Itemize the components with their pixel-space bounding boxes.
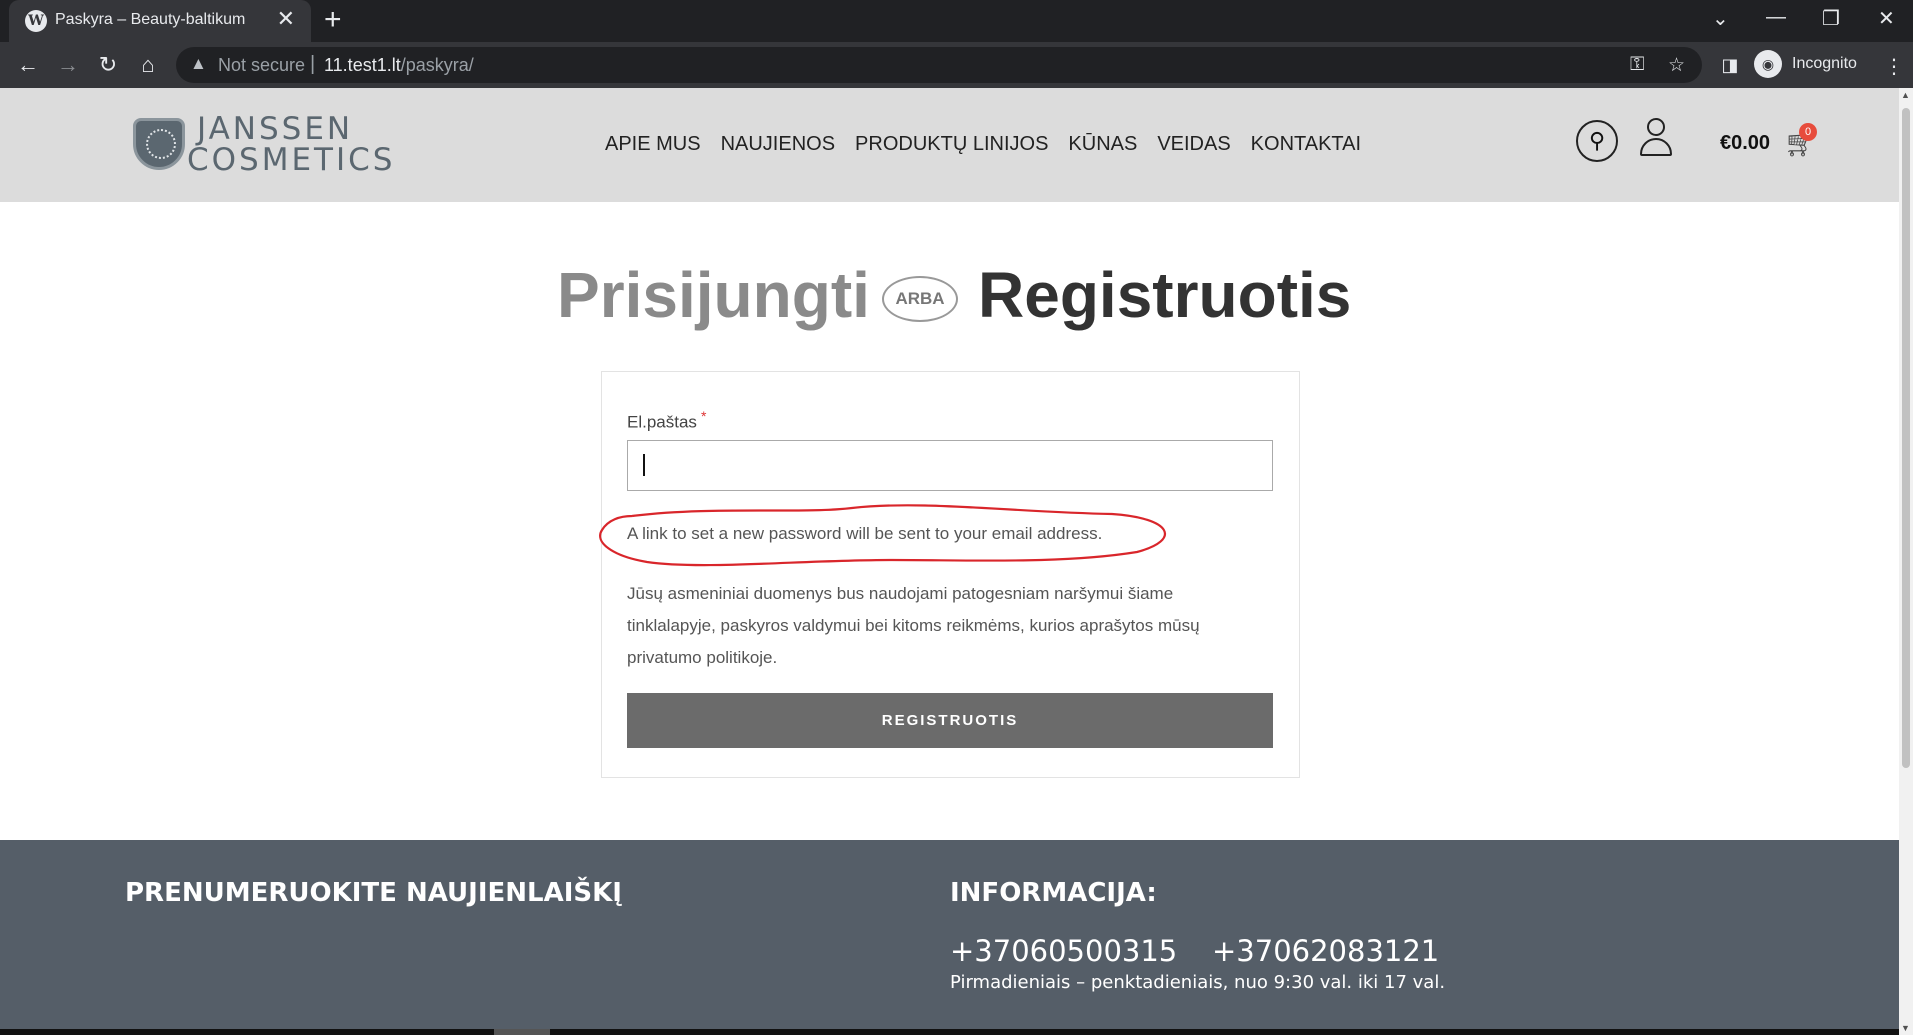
logo-line2: COSMETICS <box>187 142 396 178</box>
browser-tab[interactable]: W Paskyra – Beauty-baltikum ✕ <box>9 0 311 42</box>
register-form: El.paštas * A link to set a new password … <box>599 371 1300 778</box>
url-path: /paskyra/ <box>400 55 474 75</box>
incognito-icon: ◉ <box>1754 50 1782 78</box>
browser-tabstrip: W Paskyra – Beauty-baltikum ✕ + ⌄ — ❐ ✕ <box>0 0 1913 42</box>
tab-title: Paskyra – Beauty-baltikum <box>55 11 246 28</box>
register-heading[interactable]: Registruotis <box>978 258 1351 332</box>
site-footer: PRENUMERUOKITE NAUJIENLAIŠKĮ INFORMACIJA… <box>0 840 1899 1035</box>
scroll-thumb[interactable] <box>1902 108 1910 768</box>
url-host: 11.test1.lt <box>324 55 401 75</box>
nav-item-kontaktai[interactable]: KONTAKTAI <box>1251 133 1361 156</box>
email-label: El.paštas * <box>627 408 706 433</box>
nav-item-veidas[interactable]: VEIDAS <box>1157 133 1230 156</box>
minimize-icon[interactable]: — <box>1766 6 1786 29</box>
window-close-icon[interactable]: ✕ <box>1878 6 1895 31</box>
email-label-text: El.paštas <box>627 412 697 432</box>
scroll-up-icon[interactable]: ▲ <box>1901 90 1910 100</box>
tab-close-icon[interactable]: ✕ <box>277 6 295 32</box>
new-tab-icon[interactable]: + <box>324 3 342 37</box>
nav-item-kunas[interactable]: KŪNAS <box>1068 133 1137 156</box>
auth-heading-row: Prisijungti ARBA Registruotis <box>0 258 1899 331</box>
forward-icon[interactable]: → <box>52 49 84 81</box>
page-scrollbar[interactable]: ▲ ▼ <box>1899 88 1913 1035</box>
user-account-icon[interactable] <box>1638 118 1674 158</box>
login-heading[interactable]: Prisijungti <box>557 258 870 332</box>
scroll-down-icon[interactable]: ▼ <box>1901 1023 1910 1033</box>
browser-toolbar: ← → ↻ ⌂ ▲ Not secure | 11.test1.lt/pasky… <box>0 42 1913 88</box>
home-icon[interactable]: ⌂ <box>132 49 164 81</box>
email-field[interactable] <box>627 440 1273 491</box>
security-label[interactable]: Not secure <box>218 55 305 76</box>
incognito-label: Incognito <box>1792 55 1857 72</box>
search-icon[interactable]: ⚲ <box>1576 120 1618 162</box>
or-badge: ARBA <box>882 276 958 322</box>
tab-search-chevron-icon[interactable]: ⌄ <box>1712 6 1729 31</box>
working-hours: Pirmadieniais – penktadieniais, nuo 9:30… <box>950 972 1446 993</box>
browser-menu-icon[interactable]: ⋮ <box>1884 54 1904 79</box>
key-icon[interactable]: ⚿ <box>1630 54 1644 76</box>
phone-number-1[interactable]: +37060500315 <box>950 934 1177 968</box>
main-nav: APIE MUS NAUJIENOS PRODUKTŲ LINIJOS KŪNA… <box>605 133 1361 156</box>
password-note: A link to set a new password will be sen… <box>627 524 1103 543</box>
nav-item-produktu-linijos[interactable]: PRODUKTŲ LINIJOS <box>855 133 1048 156</box>
star-icon[interactable]: ☆ <box>1668 54 1685 77</box>
cart-total[interactable]: €0.00 <box>1720 132 1770 155</box>
site-header: JANSSEN COSMETICS APIE MUS NAUJIENOS PRO… <box>0 88 1899 202</box>
nav-item-naujienos[interactable]: NAUJIENOS <box>721 133 835 156</box>
register-button[interactable]: REGISTRUOTIS <box>627 693 1273 748</box>
address-separator: | <box>310 53 316 75</box>
back-icon[interactable]: ← <box>12 49 44 81</box>
wordpress-icon: W <box>25 10 47 32</box>
newsletter-heading: PRENUMERUOKITE NAUJIENLAIŠKĮ <box>125 878 622 908</box>
reload-icon[interactable]: ↻ <box>92 49 124 81</box>
phone-number-2[interactable]: +37062083121 <box>1212 934 1439 968</box>
logo-shield-icon[interactable] <box>133 118 185 170</box>
warning-icon[interactable]: ▲ <box>190 54 207 74</box>
logo-line1: JANSSEN <box>197 111 354 147</box>
text-cursor <box>643 454 645 476</box>
site-logo[interactable]: JANSSEN COSMETICS <box>187 114 395 176</box>
restore-icon[interactable]: ❐ <box>1822 6 1840 31</box>
required-marker: * <box>700 408 707 424</box>
info-heading: INFORMACIJA: <box>950 878 1157 908</box>
url-text[interactable]: 11.test1.lt/paskyra/ <box>324 55 474 76</box>
side-panel-icon[interactable]: ◨ <box>1714 49 1746 81</box>
nav-item-apie-mus[interactable]: APIE MUS <box>605 133 701 156</box>
cart-count-badge: 0 <box>1799 123 1817 141</box>
privacy-text: Jūsų asmeniniai duomenys bus naudojami p… <box>627 584 1200 667</box>
bottom-bar <box>0 1029 1913 1035</box>
address-bar[interactable]: ▲ Not secure | 11.test1.lt/paskyra/ ⚿ ☆ <box>176 47 1702 83</box>
